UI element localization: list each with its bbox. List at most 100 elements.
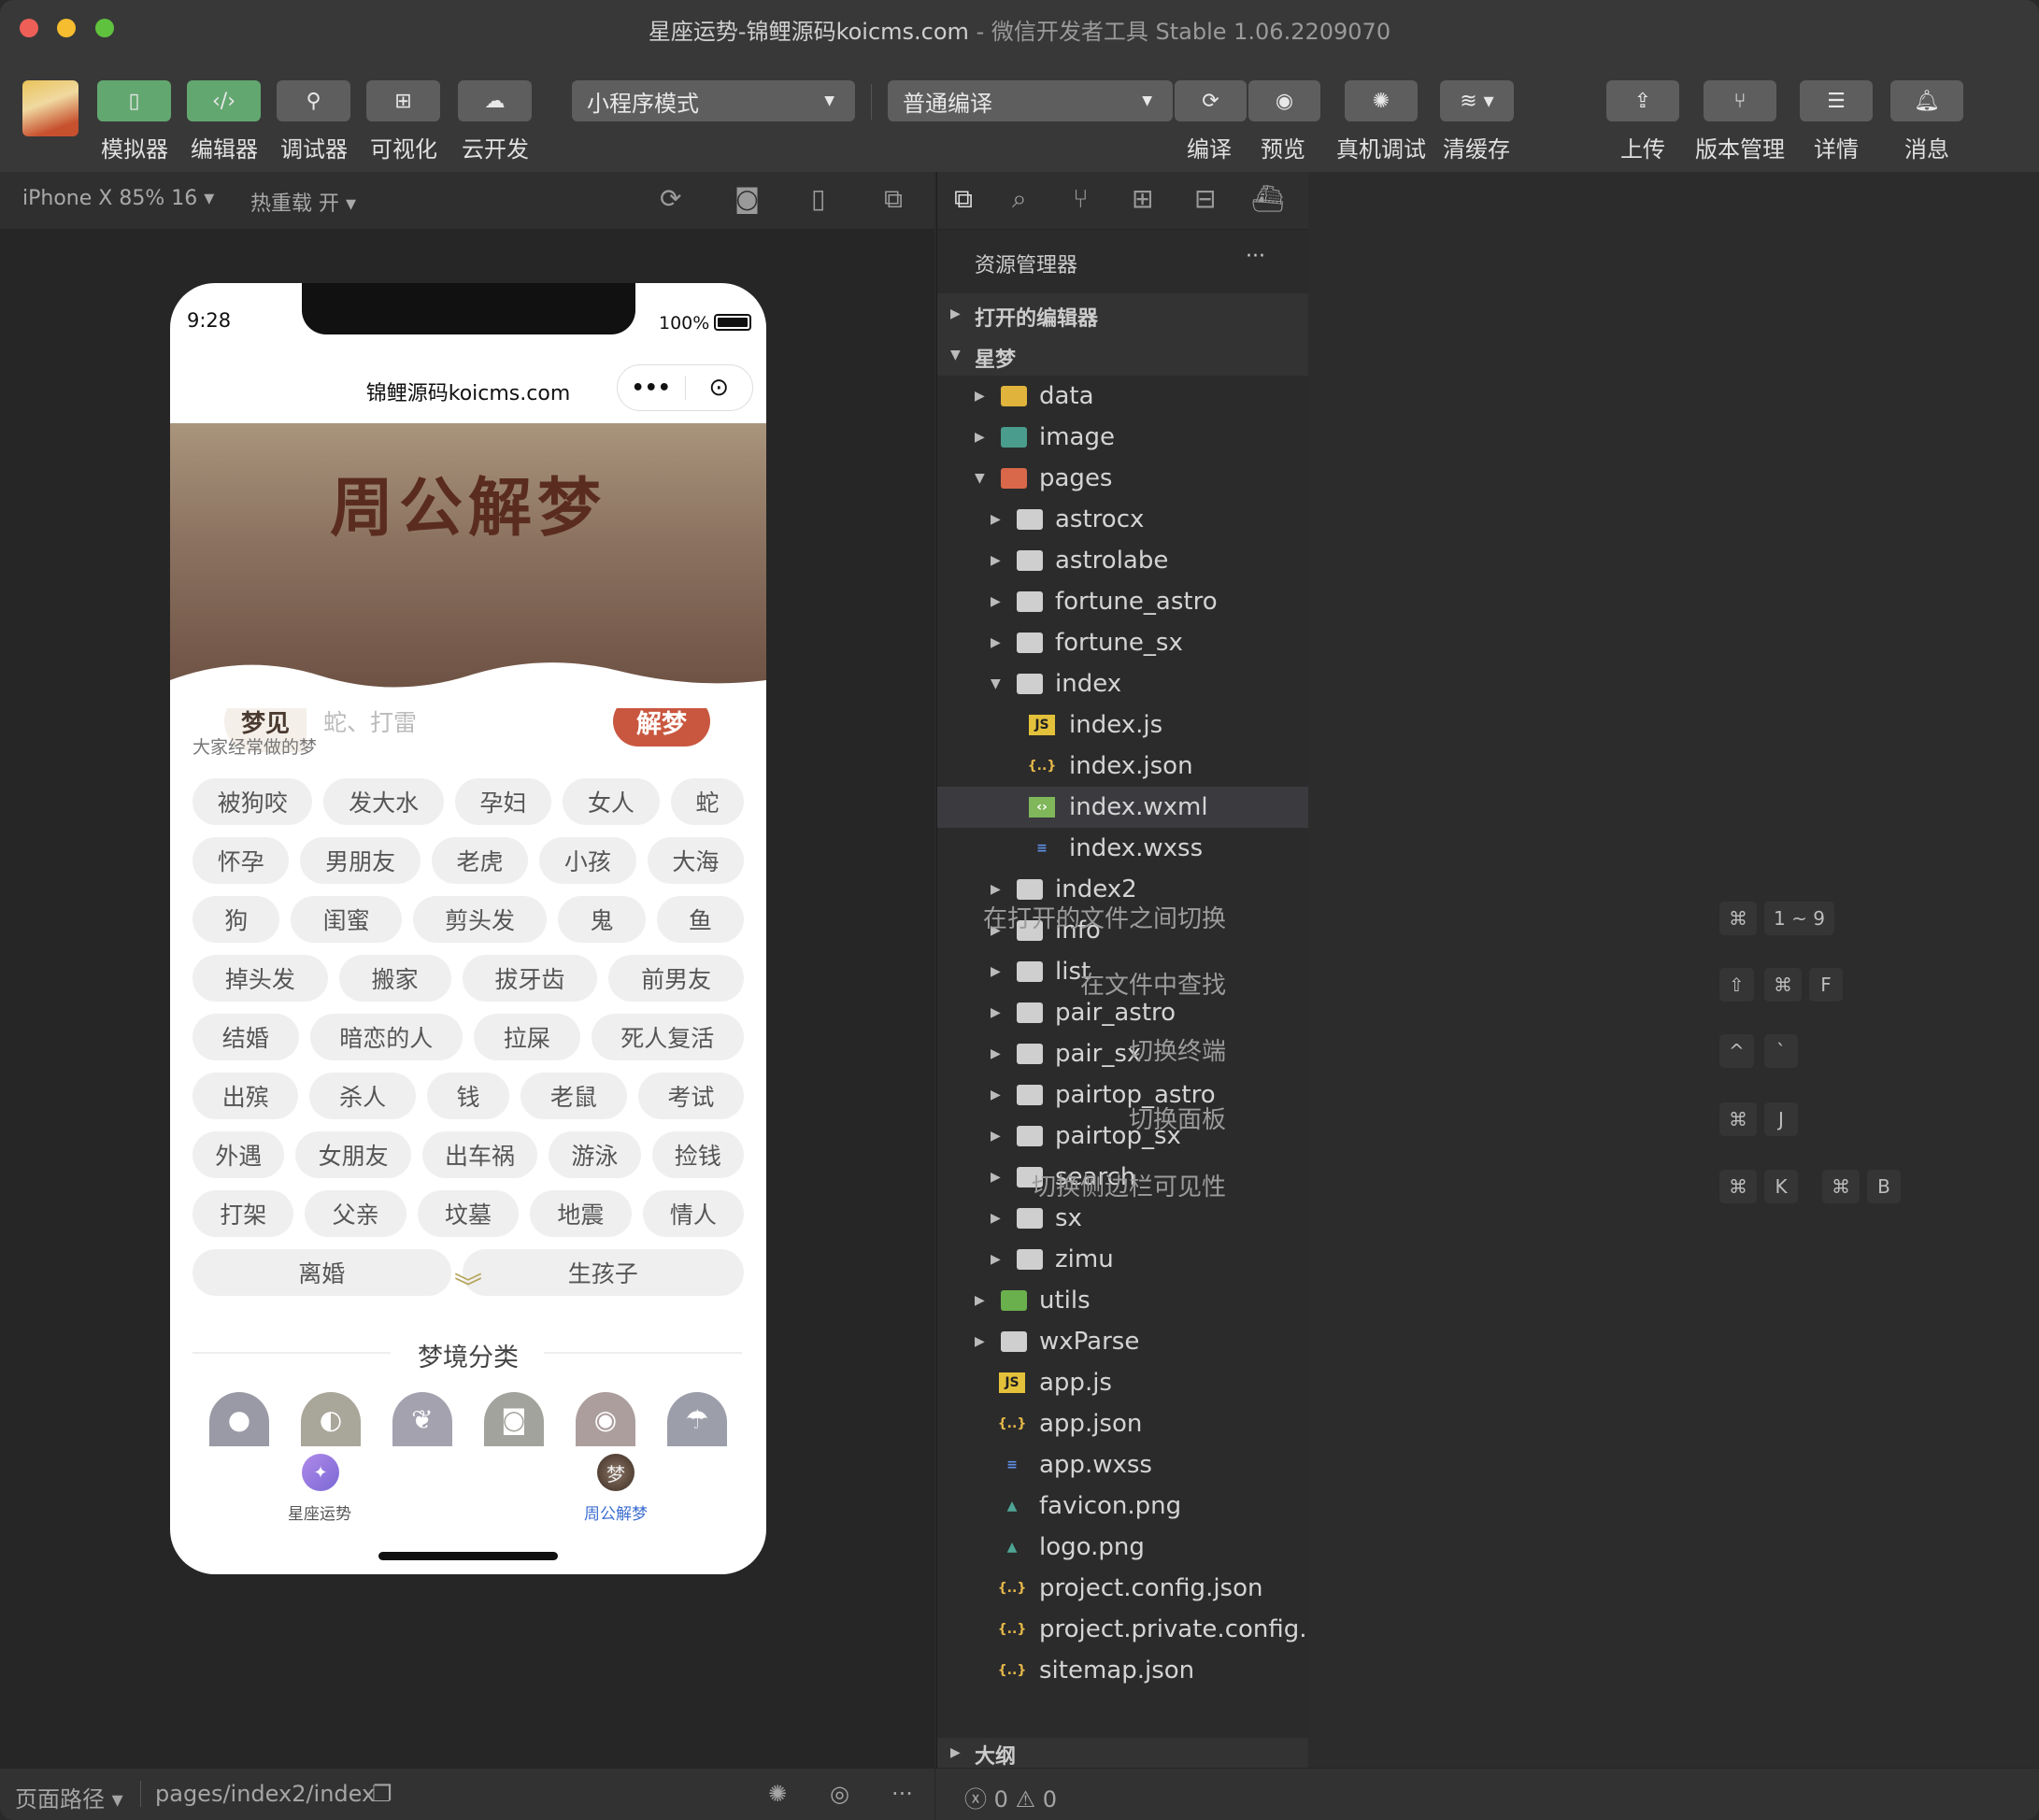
toolbar-button-1[interactable]: ‹/› [187,80,261,121]
search-icon[interactable]: ⌕ [1012,183,1027,215]
toolbar-button-4[interactable]: ☁ [458,80,532,121]
source-control-icon[interactable]: ⑂ [1073,183,1089,214]
folder-item[interactable]: ▶ pairtop_sx [937,1116,1309,1157]
dream-tag[interactable]: 被狗咬 [192,778,313,825]
toolbar-button-3[interactable]: ⊞ [366,80,440,121]
close-miniprogram-icon[interactable]: ⊙ [686,374,753,402]
toolbar-button-2[interactable]: ⚲ [277,80,350,121]
dream-tag[interactable]: 鬼 [558,896,646,943]
folder-item[interactable]: ▶ sx [937,1198,1309,1239]
dream-tag[interactable]: 发大水 [323,778,444,825]
project-section[interactable]: ▼ 星梦 [937,334,1309,376]
camera-icon[interactable]: ◙ [484,1392,544,1446]
chevron-right-icon[interactable]: ▶ [975,1334,985,1349]
astrology-tab-icon[interactable]: ✦ [302,1454,339,1491]
file-item[interactable]: {..} app.json [937,1403,1309,1444]
dream-tag[interactable]: 拔牙齿 [462,955,598,1002]
dream-tag[interactable]: 结婚 [192,1014,299,1060]
dream-tag[interactable]: 游泳 [549,1131,641,1178]
dream-tag[interactable]: 钱 [426,1073,510,1119]
dream-tag[interactable]: 出车祸 [421,1131,538,1178]
folder-item[interactable]: ▶ astrocx [937,499,1309,540]
dream-tag[interactable]: 孕妇 [454,778,552,825]
chevron-right-icon[interactable]: ▶ [975,1293,985,1308]
dream-tag[interactable]: 打架 [192,1190,294,1237]
dream-tag[interactable]: 闺蜜 [291,896,402,943]
open-editors-section[interactable]: ▶ 打开的编辑器 [937,293,1309,334]
folder-item[interactable]: ▶ pairtop_astro [937,1074,1309,1116]
folder-item[interactable]: ▶ wxParse [937,1321,1309,1362]
toolbar-button-0[interactable]: ▯ [97,80,171,121]
folder-item[interactable]: ▶ data [937,376,1309,417]
mode-select[interactable]: 小程序模式 ▼ [572,80,855,121]
expand-chevron-icon[interactable]: ︾ [170,1264,766,1305]
file-item[interactable]: {..} project.config.json [937,1568,1309,1609]
file-item[interactable]: ≡ index.wxss [937,828,1309,869]
folder-item[interactable]: ▶ pair_sx [937,1033,1309,1074]
dream-tag[interactable]: 搬家 [338,955,451,1002]
chevron-right-icon[interactable]: ▶ [991,1211,1001,1226]
file-item[interactable]: ‹› index.wxml [937,787,1309,828]
folder-item[interactable]: ▼ index [937,663,1309,704]
dream-tag[interactable]: 男朋友 [300,837,421,884]
chevron-right-icon[interactable]: ▶ [991,635,1001,650]
preview-button[interactable]: ◉ [1248,80,1320,121]
dream-tag[interactable]: 大海 [647,837,745,884]
dream-tag[interactable]: 老虎 [431,837,529,884]
bug-icon[interactable]: ✺ [768,1781,787,1807]
chevron-right-icon[interactable]: ▶ [991,882,1001,897]
storage-icon[interactable]: ⊟ [1194,183,1216,214]
stop-icon[interactable]: ◙ [734,183,760,214]
dream-tag[interactable]: 死人复活 [591,1014,744,1060]
tulip-icon[interactable]: ❦ [392,1392,452,1446]
compile-select[interactable]: 普通编译 ▼ [888,80,1173,121]
folder-item[interactable]: ▶ fortune_sx [937,622,1309,663]
outline-section[interactable]: ▶ 大纲 [937,1738,1309,1769]
docker-icon[interactable]: ⛴ [1251,183,1285,214]
dream-tab-icon[interactable]: 梦 [597,1454,635,1491]
dream-tag[interactable]: 父亲 [305,1190,406,1237]
chevron-right-icon[interactable]: ▶ [991,512,1001,527]
dream-tag[interactable]: 女人 [563,778,660,825]
dream-tag[interactable]: 狗 [192,896,280,943]
device-select[interactable]: iPhone X 85% 16 ▾ [22,187,214,210]
chevron-right-icon[interactable]: ▶ [991,1005,1001,1020]
dream-tag[interactable]: 鱼 [656,896,745,943]
dream-tag[interactable]: 蛇 [670,778,745,825]
compile-button[interactable]: ⟳ [1175,80,1247,121]
clear-cache-button[interactable]: ≋ ▾ [1440,80,1514,121]
file-item[interactable]: JS index.js [937,704,1309,746]
folder-item[interactable]: ▶ zimu [937,1239,1309,1280]
file-item[interactable]: ▲ favicon.png [937,1486,1309,1527]
chevron-right-icon[interactable]: ▶ [975,389,985,404]
toolbar-button-right-2[interactable]: ☰ [1800,80,1873,121]
umbrella-icon[interactable]: ☂ [667,1392,727,1446]
dream-tag[interactable]: 地震 [530,1190,632,1237]
more-icon[interactable]: ··· [1246,245,1265,268]
dream-tag[interactable]: 杀人 [309,1073,416,1119]
file-item[interactable]: {..} project.private.config... [937,1609,1309,1650]
remote-debug-button[interactable]: ✺ [1345,80,1418,121]
dream-tag[interactable]: 女朋友 [295,1131,411,1178]
chevron-right-icon[interactable]: ▶ [991,964,1001,979]
dream-tag[interactable]: 掉头发 [192,955,328,1002]
tab-astrology[interactable]: 星座运势 [264,1500,376,1524]
toolbar-button-right-1[interactable]: ⑂ [1704,80,1776,121]
dream-tag[interactable]: 捡钱 [651,1131,745,1178]
copy-icon[interactable]: ❐ [372,1781,392,1807]
more-icon[interactable]: ··· [891,1781,913,1807]
user-avatar[interactable] [22,80,78,136]
dream-tag[interactable]: 拉屎 [474,1014,580,1060]
toolbar-button-right-0[interactable]: ⇪ [1606,80,1679,121]
folder-item[interactable]: ▶ astrolabe [937,540,1309,581]
duck-icon[interactable]: ◐ [301,1392,361,1446]
file-item[interactable]: {..} sitemap.json [937,1650,1309,1691]
dream-tag[interactable]: 暗恋的人 [309,1014,463,1060]
person-icon[interactable]: ● [209,1392,269,1446]
dream-tag[interactable]: 老鼠 [520,1073,627,1119]
file-item[interactable]: {..} index.json [937,746,1309,787]
hot-reload-toggle[interactable]: 热重载 开 ▾ [250,187,356,217]
folder-item[interactable]: ▶ fortune_astro [937,581,1309,622]
file-item[interactable]: JS app.js [937,1362,1309,1403]
dream-tag[interactable]: 前男友 [608,955,744,1002]
